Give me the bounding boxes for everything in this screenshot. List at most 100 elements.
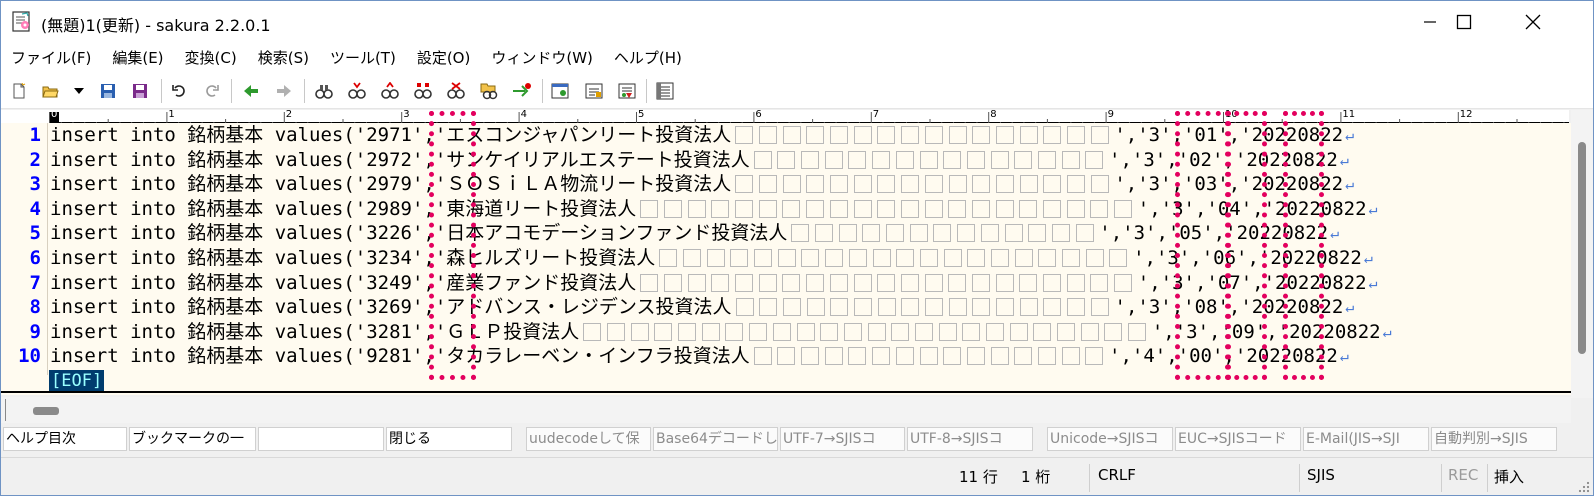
- menu-tools[interactable]: ツール(T): [320, 43, 407, 73]
- close-button[interactable]: [1498, 1, 1567, 43]
- fullwidth-space-box: [1114, 199, 1133, 218]
- text-line[interactable]: insert into 銘柄基本 values('2971',' エスコンジャパン…: [50, 123, 1354, 147]
- fullwidth-space-box: [914, 322, 933, 341]
- menu-window[interactable]: ウィンドウ(W): [481, 43, 604, 73]
- fkey-f9[interactable]: Unicode→SJISコ: [1047, 427, 1173, 451]
- menu-search[interactable]: 検索(S): [248, 43, 320, 73]
- return-arrow-icon: ↵: [1363, 249, 1373, 267]
- fkey-f8[interactable]: UTF-8→SJISコ: [907, 427, 1033, 451]
- menu-convert[interactable]: 変換(C): [175, 43, 248, 73]
- save-all-button[interactable]: [130, 81, 150, 101]
- resize-grip-icon[interactable]: [1577, 480, 1591, 494]
- fkey-f5[interactable]: uudecodeして保: [526, 427, 651, 451]
- open-file-button[interactable]: [41, 81, 61, 101]
- fullwidth-space-box: [971, 199, 990, 218]
- text-line[interactable]: insert into 銘柄基本 values('3269',' アドバンス・レジ…: [50, 295, 1354, 319]
- fullwidth-space-box: [830, 126, 849, 144]
- fullwidth-space-markers: [735, 175, 1114, 194]
- fullwidth-space-box: [1061, 150, 1080, 169]
- redo-button[interactable]: [202, 81, 222, 101]
- fullwidth-space-box: [957, 224, 976, 243]
- line-number-gutter[interactable]: 1 2 3 4 5 6 7 8 9 10: [1, 123, 47, 395]
- fkey-f6[interactable]: Base64デコードし: [653, 427, 778, 451]
- fullwidth-space-box: [901, 126, 920, 144]
- fkey-f7[interactable]: UTF-7→SJISコ: [780, 427, 905, 451]
- fullwidth-space-box: [806, 273, 825, 292]
- gutter-separator: [47, 123, 48, 375]
- fullwidth-space-box: [1109, 249, 1128, 267]
- text-line[interactable]: insert into 銘柄基本 values('3226',' 日本アコモデーシ…: [50, 221, 1339, 245]
- line-number: 10: [18, 345, 41, 368]
- fkey-f12[interactable]: 自動判別→SJIS: [1431, 427, 1557, 451]
- status-row[interactable]: 11 行: [959, 466, 998, 487]
- horizontal-scrollbar[interactable]: [1, 397, 1571, 423]
- fullwidth-space-box: [801, 347, 820, 366]
- grep-button[interactable]: [479, 81, 499, 101]
- sql-prefix: insert into 銘柄基本 values('3226',': [50, 222, 447, 245]
- fkey-f2[interactable]: ブックマークの一: [129, 427, 256, 451]
- fullwidth-space-box: [966, 347, 985, 366]
- fullwidth-space-box: [825, 249, 844, 267]
- toolbar-separator: [304, 79, 305, 103]
- fkey-f10[interactable]: EUC→SJISコード: [1175, 427, 1301, 451]
- fullwidth-space-box: [853, 273, 872, 292]
- fullwidth-space-box: [1057, 322, 1076, 341]
- fullwidth-space-box: [1028, 224, 1047, 243]
- undo-button[interactable]: [169, 81, 189, 101]
- fkey-f4[interactable]: 閉じる: [386, 427, 512, 451]
- new-file-button[interactable]: [9, 81, 29, 101]
- fullwidth-space-box: [943, 150, 962, 169]
- clear-highlight-button[interactable]: [446, 81, 466, 101]
- menu-settings[interactable]: 設定(O): [407, 43, 482, 73]
- text-line[interactable]: insert into 銘柄基本 values('9281',' タカラレーベン・…: [50, 344, 1349, 368]
- sql-prefix: insert into 銘柄基本 values('2989',': [50, 197, 447, 220]
- fkey-f1[interactable]: ヘルプ目次: [3, 427, 127, 451]
- fullwidth-space-box: [995, 175, 1014, 194]
- search-next-button[interactable]: [347, 81, 367, 101]
- common-settings-button[interactable]: [550, 81, 570, 101]
- text-editor-area[interactable]: 1 2 3 4 5 6 7 8 9 10 insert into 銘柄基本 va…: [1, 111, 1571, 395]
- fullwidth-space-box: [962, 322, 981, 341]
- fullwidth-space-box: [1014, 249, 1033, 267]
- text-line[interactable]: insert into 銘柄基本 values('2972',' サンケイリアルエ…: [50, 148, 1349, 172]
- search-button[interactable]: [314, 81, 334, 101]
- horizontal-scroll-thumb[interactable]: [33, 407, 59, 415]
- status-encoding[interactable]: SJIS: [1307, 466, 1335, 484]
- sakura-app-icon[interactable]: [12, 11, 32, 32]
- status-line-ending[interactable]: CRLF: [1098, 466, 1136, 484]
- maximize-button[interactable]: [1429, 1, 1498, 43]
- menu-edit[interactable]: 編集(E): [102, 43, 174, 73]
- status-column[interactable]: 1 桁: [1021, 466, 1050, 487]
- split-box[interactable]: [5, 399, 6, 421]
- fund-name: 森ヒルズリート投資法人: [446, 247, 656, 269]
- text-line[interactable]: insert into 銘柄基本 values('2979',' ＳＯＳｉＬＡ物流…: [50, 172, 1354, 196]
- font-settings-button[interactable]: [617, 81, 637, 101]
- tag-jump-button[interactable]: [512, 81, 532, 101]
- line-number: 9: [29, 320, 41, 343]
- fkey-f3[interactable]: [258, 427, 384, 451]
- replace-button[interactable]: [413, 81, 433, 101]
- fullwidth-space-box: [1043, 298, 1062, 317]
- jump-forward-button[interactable]: [274, 81, 294, 101]
- fullwidth-space-box: [758, 273, 777, 292]
- menu-help[interactable]: ヘルプ(H): [604, 43, 693, 73]
- vertical-scroll-thumb[interactable]: [1578, 142, 1586, 354]
- outline-button[interactable]: [655, 81, 675, 101]
- vertical-scrollbar[interactable]: [1571, 110, 1593, 398]
- status-insert-mode[interactable]: 挿入: [1494, 466, 1524, 487]
- fullwidth-space-markers: [791, 224, 1099, 243]
- status-separator: [1299, 464, 1300, 492]
- menu-file[interactable]: ファイル(F): [1, 43, 102, 73]
- fullwidth-space-box: [830, 175, 849, 194]
- column-ruler[interactable]: 0 1 2 3 4 5 6 7 8 9 10 11 12: [49, 109, 1569, 125]
- fkey-f11[interactable]: E-Mail(JIS→SJI: [1303, 427, 1429, 451]
- fullwidth-space-box: [711, 199, 730, 218]
- save-button[interactable]: [98, 81, 118, 101]
- type-settings-button[interactable]: [584, 81, 604, 101]
- fullwidth-space-box: [838, 224, 857, 243]
- search-prev-button[interactable]: [380, 81, 400, 101]
- fullwidth-space-box: [1090, 199, 1109, 218]
- title-bar[interactable]: (無題)1(更新) - sakura 2.2.0.1: [1, 1, 1593, 43]
- jump-back-button[interactable]: [241, 81, 261, 101]
- open-dropdown-button[interactable]: [69, 81, 89, 101]
